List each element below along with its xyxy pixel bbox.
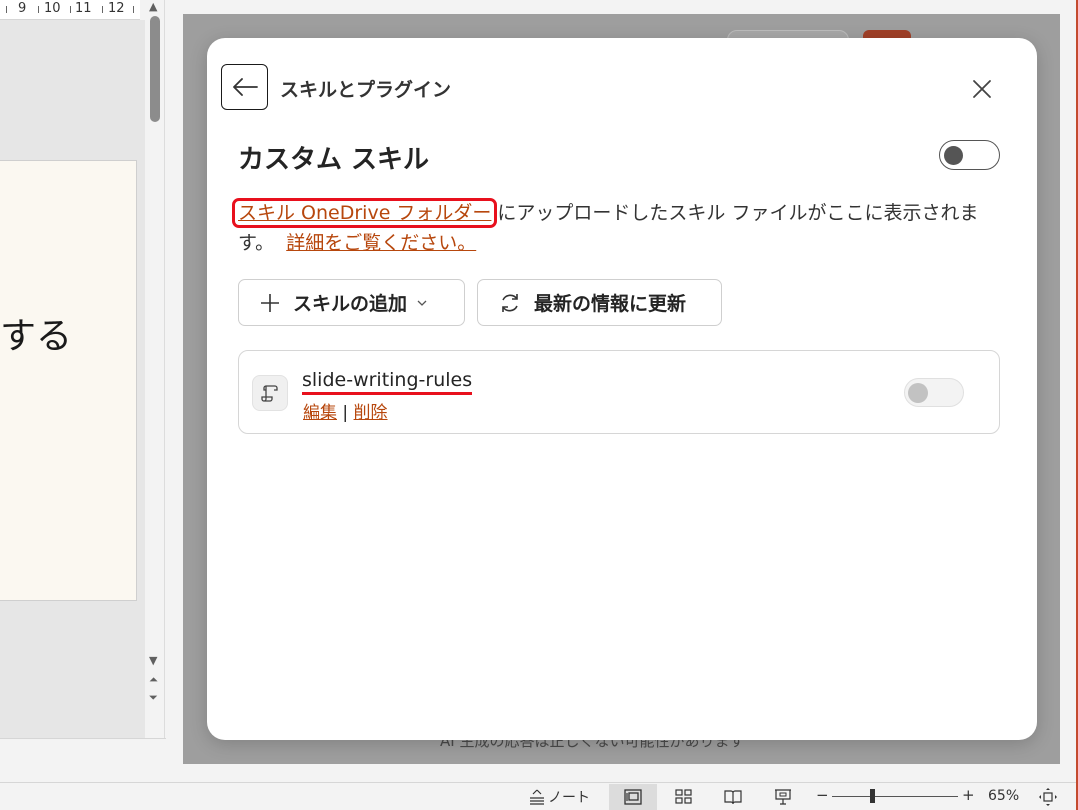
scroll-up-icon[interactable]: ▲ — [149, 1, 157, 13]
ruler-mark — [102, 6, 103, 13]
arrow-left-icon — [232, 78, 258, 96]
zoom-in-button[interactable]: + — [962, 786, 975, 804]
notes-icon — [530, 789, 544, 805]
scroll-down-icon[interactable]: ▼ — [149, 655, 157, 667]
back-button[interactable] — [221, 64, 268, 110]
left-bottom-area — [0, 738, 166, 782]
refresh-label: 最新の情報に更新 — [534, 293, 687, 315]
zoom-level[interactable]: 65% — [988, 788, 1019, 804]
notes-button[interactable]: ノート — [528, 787, 590, 807]
skill-card: slide-writing-rules 編集 | 削除 — [238, 350, 1000, 434]
close-button[interactable] — [967, 74, 997, 104]
status-bar: ノート − + 65% — [0, 782, 1078, 810]
slideshow-button[interactable] — [759, 784, 807, 810]
close-icon — [973, 80, 991, 98]
horizontal-ruler: 9 10 11 12 — [0, 0, 140, 20]
book-icon — [724, 790, 742, 805]
grid-icon — [675, 789, 692, 804]
zoom-slider[interactable] — [832, 796, 958, 797]
skill-enable-toggle[interactable] — [904, 378, 964, 407]
zoom-slider-thumb[interactable] — [870, 789, 875, 803]
scroll-thumb[interactable] — [150, 16, 160, 122]
add-skill-button[interactable]: スキルの追加 — [238, 279, 465, 326]
ruler-tick: 11 — [75, 1, 92, 16]
chevron-down-icon — [417, 299, 427, 307]
plus-icon — [259, 292, 281, 314]
ruler-mark — [6, 6, 7, 13]
notes-label: ノート — [548, 790, 590, 806]
previous-slide-icon[interactable]: ⏶ — [149, 674, 158, 686]
folder-link-highlight: スキル OneDrive フォルダー — [232, 198, 498, 228]
scroll-document-icon — [252, 375, 288, 411]
skill-name: slide-writing-rules — [302, 369, 473, 395]
presentation-icon — [775, 789, 791, 805]
zoom-out-button[interactable]: − — [816, 786, 829, 804]
next-slide-icon[interactable]: ⏷ — [149, 692, 158, 704]
learn-more-link[interactable]: 詳細をご覧ください。 — [286, 232, 476, 254]
section-title: カスタム スキル — [238, 145, 430, 175]
normal-view-button[interactable] — [609, 784, 657, 810]
refresh-button[interactable]: 最新の情報に更新 — [477, 279, 722, 326]
toggle-knob — [908, 383, 928, 403]
fit-to-window-button[interactable] — [1037, 786, 1059, 808]
ruler-mark — [70, 6, 71, 13]
normal-view-icon — [624, 789, 642, 805]
add-skill-label: スキルの追加 — [293, 293, 408, 315]
description: スキル OneDrive フォルダー にアップロードしたスキル ファイルがここに表… — [232, 198, 1008, 258]
refresh-icon — [498, 291, 522, 315]
delete-skill-link[interactable]: 削除 — [354, 403, 388, 423]
custom-skills-toggle[interactable] — [939, 140, 1000, 170]
fit-to-window-icon — [1039, 788, 1057, 806]
ruler-mark — [133, 6, 134, 13]
vertical-scrollbar[interactable]: ▲ ▼ ⏶ ⏷ — [145, 0, 165, 738]
onedrive-folder-link[interactable]: スキル OneDrive フォルダー — [238, 202, 491, 224]
slide-sorter-button[interactable] — [660, 784, 708, 810]
ruler-mark — [38, 6, 39, 13]
slide-text[interactable]: する — [0, 307, 72, 359]
ruler-tick: 9 — [18, 1, 27, 16]
ruler-tick: 12 — [108, 1, 125, 16]
toggle-knob — [944, 146, 963, 165]
skill-actions: 編集 | 削除 — [303, 398, 388, 423]
ruler-tick: 10 — [44, 1, 61, 16]
dialog-title: スキルとプラグイン — [280, 79, 452, 101]
action-separator: | — [342, 403, 349, 423]
skills-plugins-dialog: スキルとプラグイン カスタム スキル スキル OneDrive フォルダー にアッ… — [207, 38, 1037, 740]
edit-skill-link[interactable]: 編集 — [303, 403, 337, 423]
slide[interactable]: する — [0, 160, 137, 601]
reading-view-button[interactable] — [709, 784, 757, 810]
